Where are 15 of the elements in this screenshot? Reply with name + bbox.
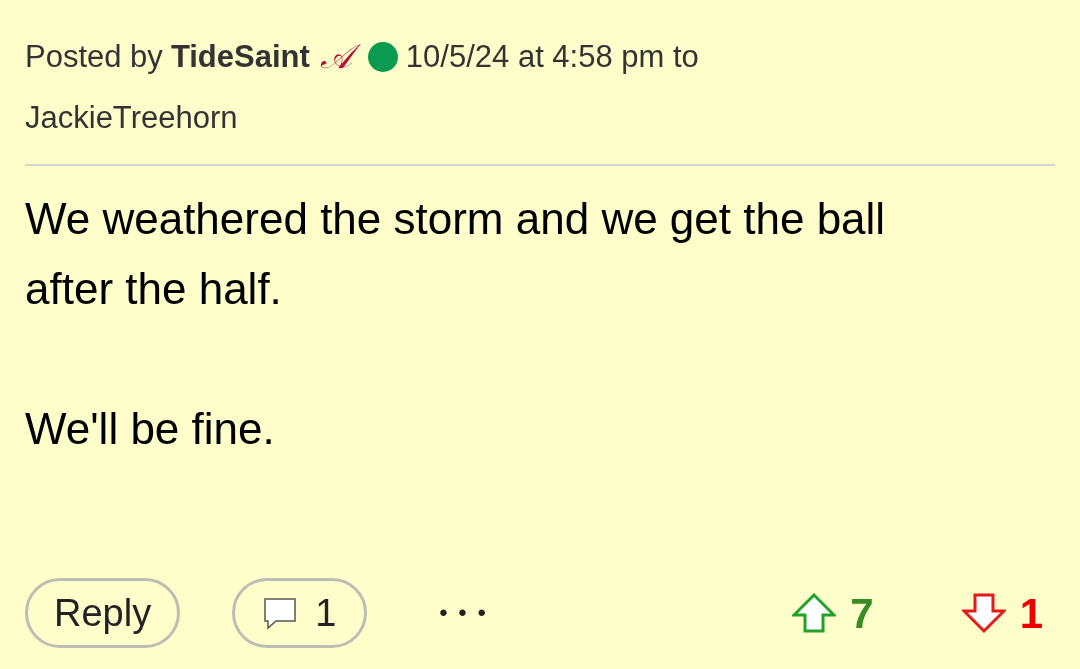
reply-button[interactable]: Reply	[25, 578, 181, 648]
author-name[interactable]: TideSaint	[170, 26, 310, 87]
speech-bubble-icon	[263, 596, 298, 630]
post-timestamp: 10/5/24 at 4:58 pm to	[405, 38, 699, 76]
more-button[interactable]: • • •	[439, 595, 488, 631]
post-paragraph: We'll be fine.	[25, 403, 276, 455]
up-arrow-icon	[792, 593, 837, 633]
post-paragraph: We weathered the storm and we get the ball after the half.	[25, 193, 887, 315]
recipient-name[interactable]: JackieTreehorn	[25, 87, 238, 148]
upvote-button[interactable]: 7	[792, 581, 874, 645]
comments-button[interactable]: 1	[232, 578, 368, 648]
posted-by-label: Posted by	[25, 38, 163, 76]
team-letter: 𝒜	[317, 34, 360, 79]
downvote-button[interactable]: 1	[961, 581, 1043, 645]
down-arrow-icon	[961, 593, 1006, 633]
